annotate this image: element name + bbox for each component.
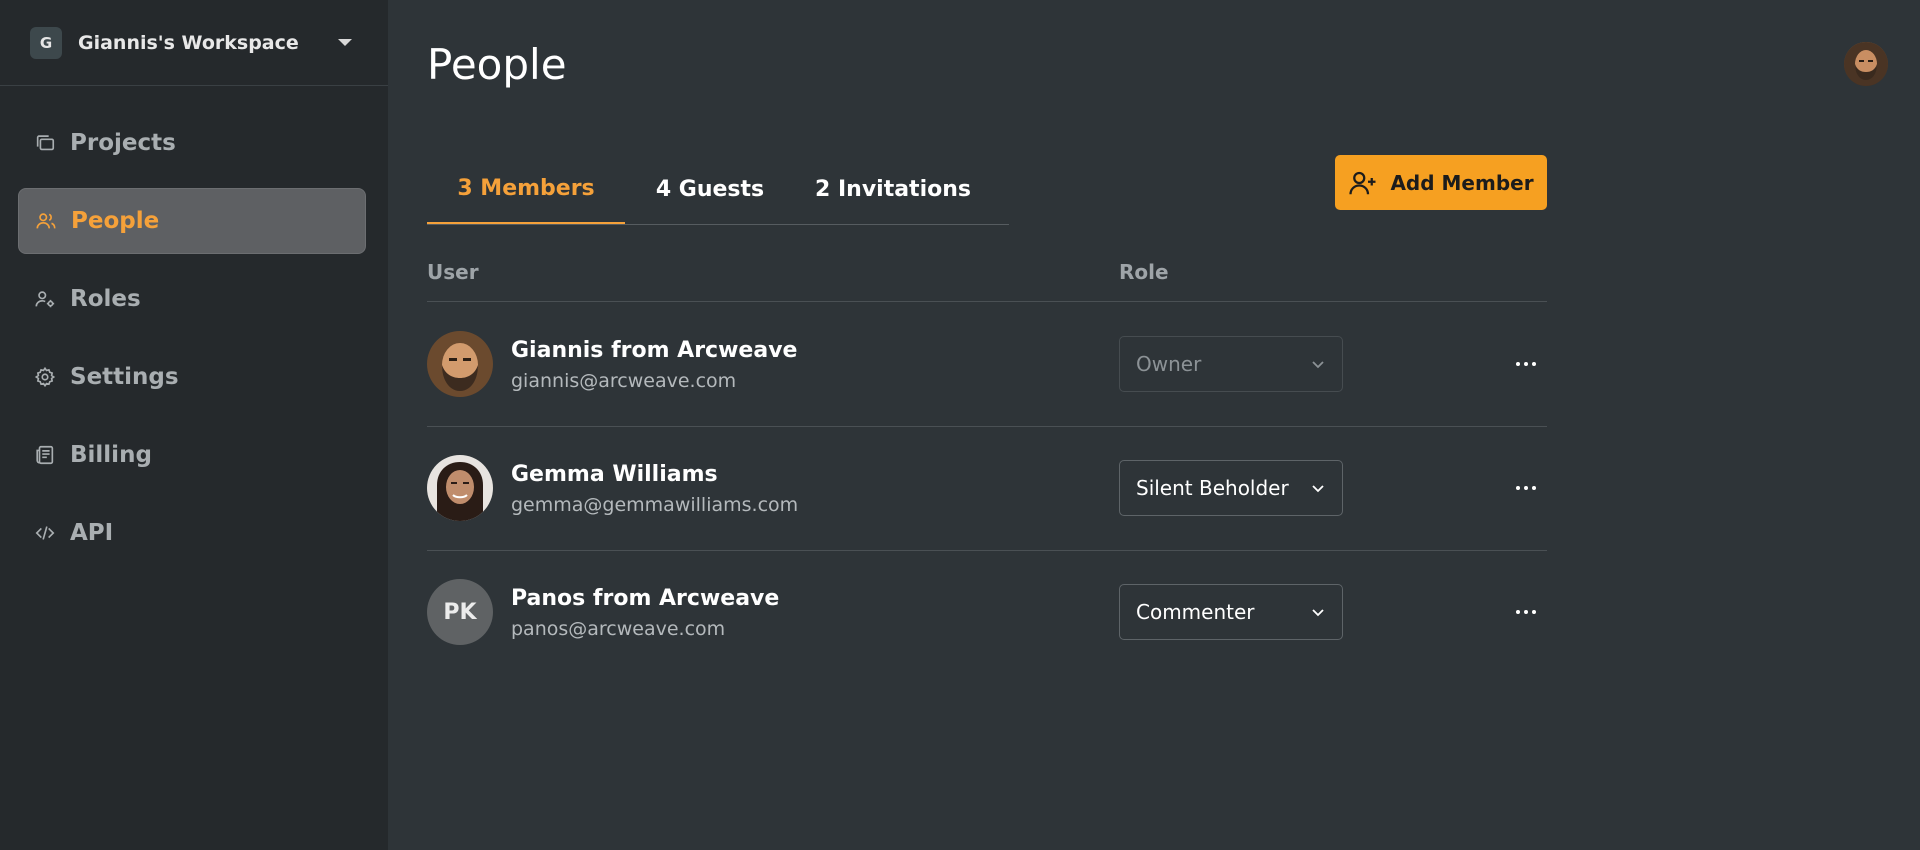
avatar [427, 455, 493, 521]
sidebar-item-label: API [70, 520, 114, 546]
workspace-name: Giannis's Workspace [78, 31, 299, 54]
user-name: Giannis from Arcweave [511, 338, 798, 363]
sidebar-item-roles[interactable]: Roles [18, 266, 366, 332]
table-row: Giannis from Arcweave giannis@arcweave.c… [427, 302, 1547, 427]
chevron-down-icon [1312, 609, 1324, 617]
role-value: Commenter [1136, 600, 1255, 624]
caret-down-icon [338, 39, 352, 46]
user-avatar[interactable] [1844, 42, 1888, 86]
chevron-down-icon [1312, 485, 1324, 493]
sidebar-item-label: Billing [70, 442, 152, 468]
sidebar-item-label: Settings [70, 364, 179, 390]
role-value: Owner [1136, 352, 1202, 376]
roles-icon [35, 291, 55, 308]
add-member-label: Add Member [1390, 170, 1534, 195]
sidebar-item-label: People [71, 208, 160, 234]
role-value: Silent Beholder [1136, 476, 1289, 500]
sidebar-item-label: Projects [70, 130, 176, 156]
table-row: PK Panos from Arcweave panos@arcweave.co… [427, 550, 1547, 674]
add-member-button[interactable]: Add Member [1335, 155, 1547, 210]
avatar: PK [427, 579, 493, 645]
gear-icon [34, 366, 56, 388]
sidebar-item-billing[interactable]: Billing [18, 422, 366, 488]
user-email: panos@arcweave.com [511, 618, 726, 640]
sidebar-item-label: Roles [70, 286, 141, 312]
sidebar-item-api[interactable]: API [18, 500, 366, 566]
sidebar-item-projects[interactable]: Projects [18, 110, 366, 176]
more-options-button[interactable] [1506, 468, 1546, 508]
user-email: giannis@arcweave.com [511, 370, 737, 392]
page-title: People [427, 40, 567, 89]
user-email: gemma@gemmawilliams.com [511, 494, 799, 516]
more-options-button[interactable] [1506, 592, 1546, 632]
tab-members[interactable]: 3 Members [427, 154, 625, 224]
tab-invitations[interactable]: 2 Invitations [795, 154, 991, 224]
people-icon [36, 213, 56, 229]
sidebar-item-settings[interactable]: Settings [18, 344, 366, 410]
role-select[interactable]: Silent Beholder [1119, 460, 1343, 516]
role-select: Owner [1119, 336, 1343, 392]
workspace-badge: G [30, 26, 62, 59]
code-icon [35, 526, 55, 540]
chevron-down-icon [1312, 361, 1324, 369]
sidebar: G Giannis's Workspace Projects People Ro… [0, 0, 388, 850]
tab-guests[interactable]: 4 Guests [625, 154, 795, 224]
user-name: Panos from Arcweave [511, 586, 780, 611]
projects-icon [36, 135, 55, 151]
avatar [427, 331, 493, 397]
people-tabs: 3 Members 4 Guests 2 Invitations [427, 154, 1009, 225]
add-user-icon [1349, 171, 1376, 194]
role-select[interactable]: Commenter [1119, 584, 1343, 640]
workspace-switcher[interactable]: G Giannis's Workspace [0, 0, 388, 86]
billing-icon [36, 445, 54, 465]
more-options-button[interactable] [1506, 344, 1546, 384]
user-name: Gemma Williams [511, 462, 718, 487]
sidebar-item-people[interactable]: People [18, 188, 366, 254]
column-header-role: Role [1119, 260, 1169, 284]
user-photo [1844, 42, 1888, 86]
sidebar-nav: Projects People Roles Settings Billing A… [18, 110, 366, 578]
table-row: Gemma Williams gemma@gemmawilliams.com S… [427, 426, 1547, 551]
column-header-user: User [427, 260, 479, 284]
